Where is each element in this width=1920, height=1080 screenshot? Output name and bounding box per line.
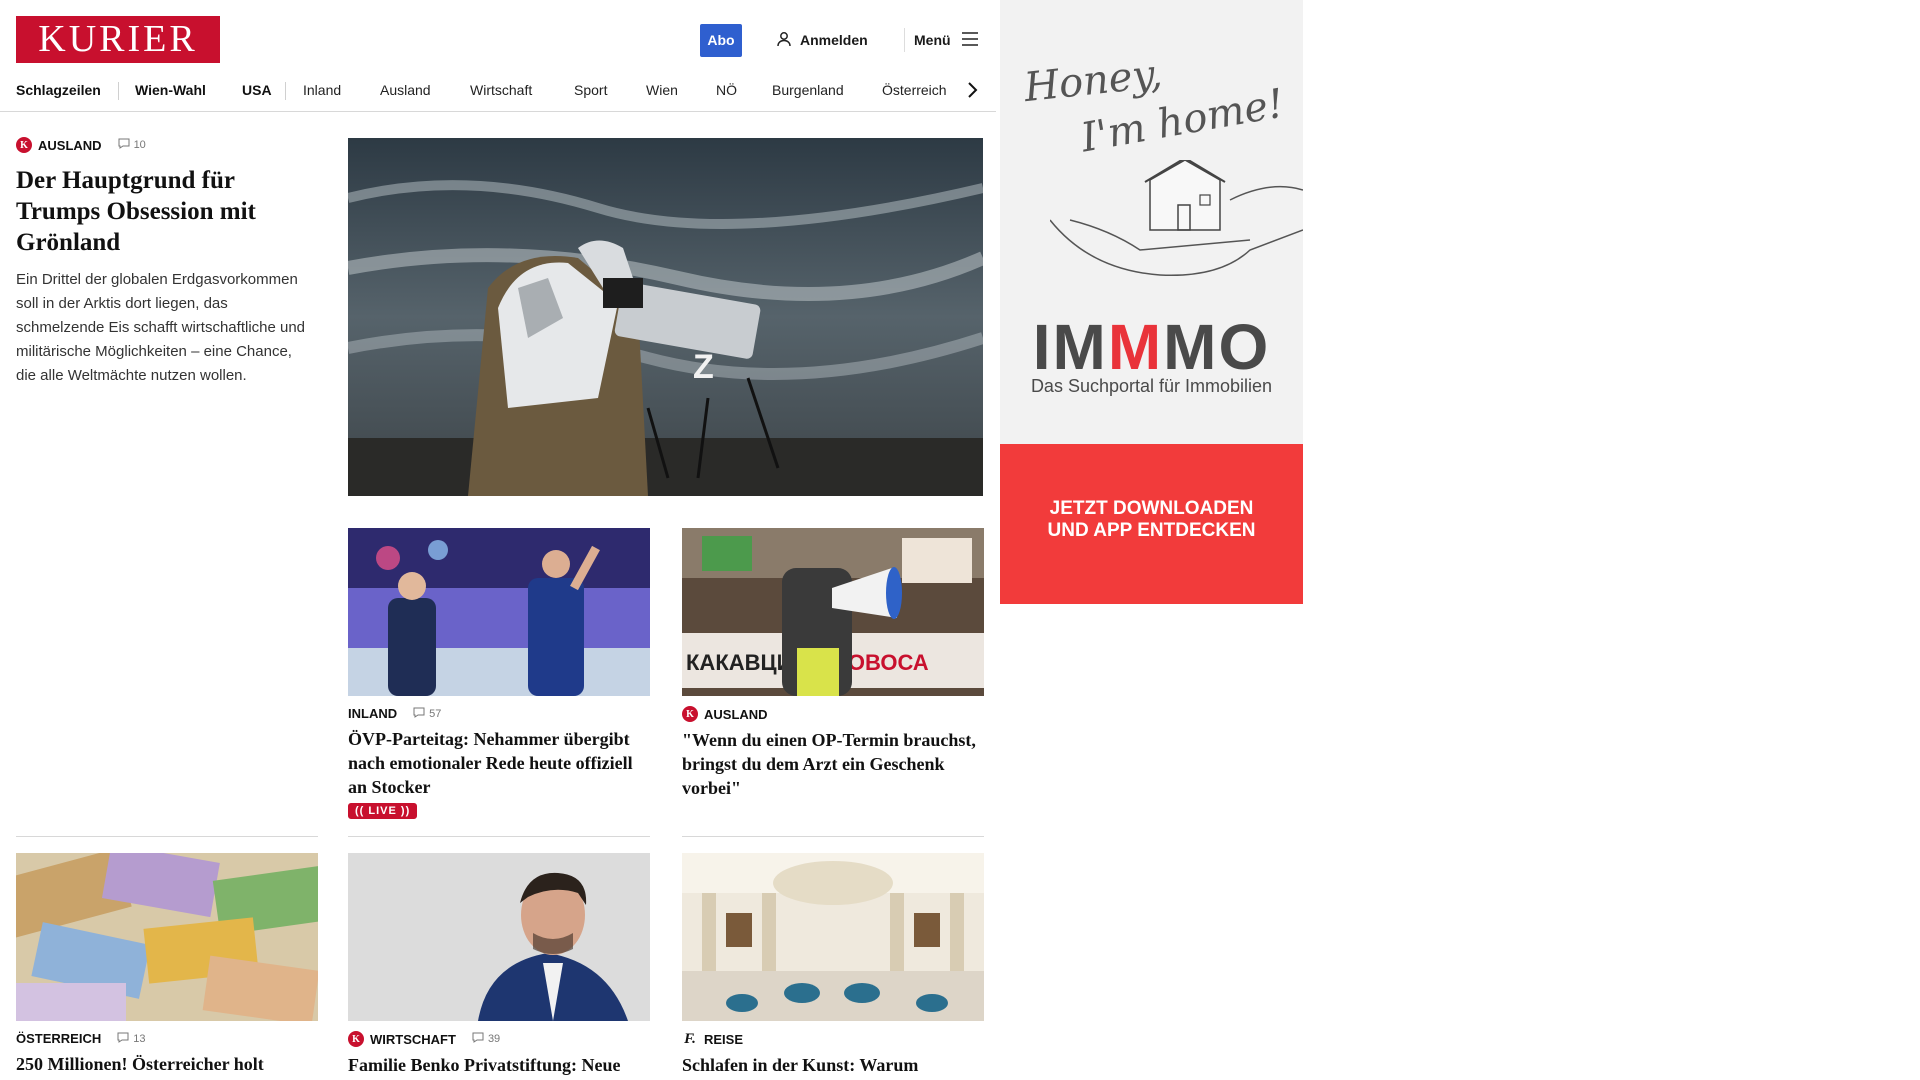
- live-badge-label: LIVE: [368, 805, 397, 817]
- comment-icon: [117, 1032, 129, 1046]
- teaser-image-portrait[interactable]: [348, 853, 650, 1021]
- teaser-card[interactable]: КАКАВЦИ НОВОСА K AUSLAND "Wenn du einen …: [682, 528, 984, 800]
- teaser-card[interactable]: INLAND 57 ÖVP-Parteitag: Nehammer übergi…: [348, 528, 650, 819]
- teaser-card[interactable]: f. REISE Schlafen in der Kunst: Warum Lu…: [682, 853, 984, 1080]
- teaser-section-label: INLAND: [348, 706, 398, 721]
- teaser-comment-count: 13: [133, 1032, 146, 1045]
- abo-button[interactable]: Abo: [700, 24, 742, 57]
- nav-item-wien[interactable]: Wien: [646, 80, 678, 100]
- live-badge: (( LIVE )): [348, 803, 418, 819]
- teaser-card[interactable]: ÖSTERREICH 13 250 Millionen! Österreiche…: [16, 853, 318, 1080]
- ad-cta-line-2: UND APP ENTDECKEN: [1047, 520, 1256, 541]
- divider: [16, 836, 318, 837]
- immmo-logo-accent: M: [1107, 311, 1164, 383]
- nav-item-wien-wahl[interactable]: Wien-Wahl: [135, 80, 206, 100]
- live-signal-icon: )): [396, 805, 411, 817]
- menu-button[interactable]: Menü: [914, 28, 979, 52]
- comment-icon: [118, 138, 130, 152]
- immmo-logo-part-3: MO: [1163, 311, 1271, 383]
- top-bar: KURIER Abo Anmelden Menü: [0, 0, 996, 72]
- teaser-image-banknotes[interactable]: [16, 853, 318, 1021]
- teaser-headline[interactable]: Schlafen in der Kunst: Warum Luxushotels…: [682, 1053, 984, 1080]
- nav-item-burgenland[interactable]: Burgenland: [772, 80, 844, 100]
- nav-divider: [118, 82, 119, 100]
- nav-item-schlagzeilen[interactable]: Schlagzeilen: [16, 80, 101, 100]
- teaser-section: f. REISE: [682, 1031, 984, 1047]
- nav-item-sport[interactable]: Sport: [574, 80, 607, 100]
- teaser-comments[interactable]: 13: [117, 1032, 145, 1046]
- kurier-logo[interactable]: KURIER: [16, 16, 220, 63]
- nav-item-oesterreich[interactable]: Österreich: [882, 80, 947, 100]
- svg-text:КАКАВЦИ: КАКАВЦИ: [686, 650, 792, 675]
- nav-item-noe[interactable]: NÖ: [716, 80, 737, 100]
- teaser-comments[interactable]: 57: [413, 707, 441, 721]
- lead-headline[interactable]: Der Hauptgrund für Trumps Obsession mit …: [16, 165, 316, 258]
- ad-script-line-1: Honey,: [1021, 50, 1165, 112]
- menu-label: Menü: [914, 32, 951, 48]
- teaser-headline[interactable]: 250 Millionen! Österreicher holt wieder …: [16, 1052, 318, 1080]
- section-nav: Schlagzeilen Wien-Wahl USA Inland Auslan…: [0, 72, 996, 112]
- hamburger-icon: [961, 31, 979, 49]
- ad-download-cta[interactable]: JETZT DOWNLOADEN UND APP ENTDECKEN: [1000, 444, 1303, 604]
- lead-image[interactable]: Z: [348, 138, 983, 496]
- comment-icon: [413, 707, 425, 721]
- live-signal-icon: ((: [355, 805, 369, 817]
- nav-divider: [285, 82, 286, 100]
- lead-story[interactable]: K AUSLAND 10 Der Hauptgrund für Trumps O…: [16, 137, 316, 388]
- lead-section: K AUSLAND 10: [16, 137, 316, 153]
- kurier-plus-icon: K: [16, 137, 32, 153]
- teaser-comment-count: 39: [487, 1033, 501, 1045]
- teaser-image-party-convention[interactable]: [348, 528, 650, 696]
- freizeit-icon: f.: [684, 1030, 696, 1047]
- teaser-section-label: REISE: [704, 1031, 744, 1047]
- nav-item-ausland[interactable]: Ausland: [380, 80, 431, 100]
- user-icon: [776, 31, 792, 50]
- nav-item-wirtschaft[interactable]: Wirtschaft: [470, 80, 532, 100]
- teaser-comments[interactable]: 39: [472, 1032, 500, 1046]
- divider: [682, 836, 984, 837]
- kurier-plus-icon: K: [348, 1031, 364, 1047]
- lead-teaser: Ein Drittel der globalen Erdgasvorkommen…: [16, 271, 306, 384]
- immmo-tagline: Das Suchportal für Immobilien: [1030, 376, 1273, 396]
- login-label: Anmelden: [800, 32, 868, 48]
- nav-item-inland[interactable]: Inland: [303, 80, 341, 100]
- teaser-section: K AUSLAND: [682, 706, 984, 722]
- news-site: KURIER Abo Anmelden Menü Schlagzeilen Wi…: [0, 0, 996, 1080]
- nav-item-usa[interactable]: USA: [242, 80, 272, 100]
- teaser-section: ÖSTERREICH 13: [16, 1031, 318, 1046]
- lead-section-label: AUSLAND: [38, 137, 102, 153]
- teaser-card[interactable]: K WIRTSCHAFT 39 Familie Benko Privatstif…: [348, 853, 650, 1080]
- house-in-hand-icon: [1050, 160, 1303, 277]
- ad-cta-line-1: JETZT DOWNLOADEN: [1049, 498, 1254, 519]
- kurier-plus-icon: K: [682, 706, 698, 722]
- header-divider: [904, 28, 905, 52]
- immmo-advertisement[interactable]: Honey, I'm home! IMMMO Das Suchportal fü…: [1000, 0, 1303, 604]
- lead-comment-count: 10: [133, 139, 146, 151]
- divider: [348, 836, 650, 837]
- lead-comments[interactable]: 10: [118, 138, 146, 152]
- teaser-comment-count: 57: [429, 707, 442, 720]
- teaser-headline[interactable]: "Wenn du einen OP-Termin brauchst, bring…: [682, 728, 984, 800]
- login-button[interactable]: Anmelden: [776, 28, 868, 52]
- teaser-section: K WIRTSCHAFT 39: [348, 1031, 650, 1047]
- teaser-section-label: AUSLAND: [704, 706, 768, 722]
- teaser-image-hotel-lobby[interactable]: [682, 853, 984, 1021]
- teaser-headline[interactable]: Familie Benko Privatstiftung: Neue Detai…: [348, 1053, 650, 1080]
- teaser-section: INLAND 57: [348, 706, 650, 721]
- teaser-section-label: WIRTSCHAFT: [370, 1031, 456, 1047]
- immmo-logo: IMMMO: [1000, 312, 1303, 382]
- svg-text:Z: Z: [693, 348, 714, 386]
- comment-icon: [472, 1032, 484, 1046]
- teaser-section-label: ÖSTERREICH: [16, 1031, 102, 1046]
- teaser-headline[interactable]: ÖVP-Parteitag: Nehammer übergibt nach em…: [348, 727, 650, 799]
- nav-scroll-right-icon[interactable]: [960, 78, 984, 102]
- immmo-logo-part-1: IM: [1032, 311, 1108, 383]
- teaser-image-protest[interactable]: КАКАВЦИ НОВОСА: [682, 528, 984, 696]
